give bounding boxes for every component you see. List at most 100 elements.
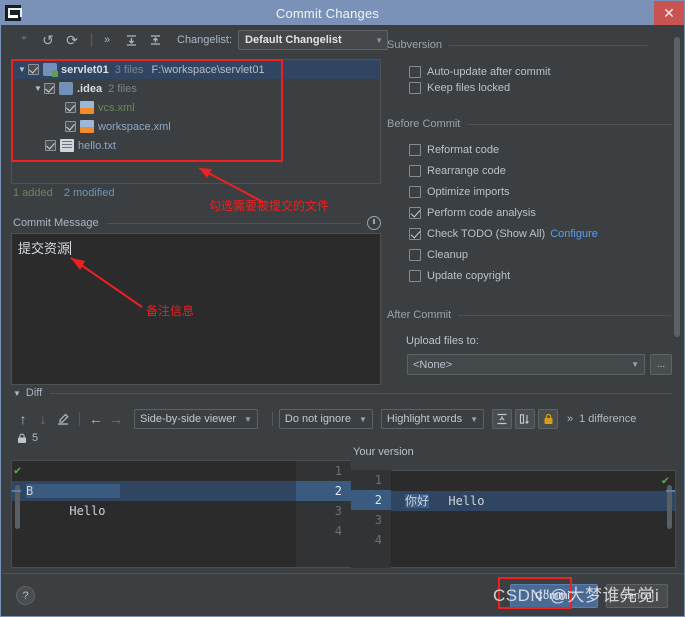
group-after-commit: After Commit xyxy=(387,309,673,321)
diff-section-title: Diff xyxy=(25,387,43,399)
more-icon[interactable]: » xyxy=(567,413,573,425)
xml-file-icon xyxy=(80,120,94,133)
configure-link[interactable]: Configure xyxy=(550,228,598,240)
tree-row-workspace-xml[interactable]: workspace.xml xyxy=(12,117,380,136)
show-whitespace-icon[interactable] xyxy=(515,409,535,429)
diff-editor-right[interactable]: Hello ✔ 你好 xyxy=(391,470,676,568)
changed-files-tree[interactable]: ▼ servlet01 3 files F:\workspace\servlet… xyxy=(11,59,381,184)
checkbox[interactable] xyxy=(409,144,421,156)
option-label: Optimize imports xyxy=(427,186,510,198)
checkmark-icon: ✔ xyxy=(14,463,22,477)
ignore-mode-value: Do not ignore xyxy=(284,413,351,425)
line-number: 2 xyxy=(351,490,391,510)
browse-button[interactable]: ... xyxy=(650,354,672,375)
option-label: Reformat code xyxy=(427,144,500,156)
tree-row-label: workspace.xml xyxy=(98,120,171,133)
option-rearrange-code[interactable]: Rearrange code xyxy=(409,165,506,177)
annotation-text-files: 勾选需要被提交的文件 xyxy=(209,199,330,213)
checkbox[interactable] xyxy=(409,66,421,78)
option-optimize-imports[interactable]: Optimize imports xyxy=(409,186,510,198)
toolbar-divider xyxy=(79,412,80,426)
option-perform-code-analysis[interactable]: Perform code analysis xyxy=(409,207,536,219)
tree-checkbox[interactable] xyxy=(45,140,56,151)
text-file-icon xyxy=(60,139,74,152)
help-button[interactable]: ? xyxy=(16,586,35,605)
tree-row-idea[interactable]: ▼ .idea 2 files xyxy=(12,79,380,98)
upload-target-select[interactable]: <None> ▼ xyxy=(407,354,645,375)
previous-difference-icon[interactable]: ↑ xyxy=(13,409,33,429)
code-line: ✔ Hello xyxy=(12,461,296,518)
code-line: Hello ✔ xyxy=(391,471,675,508)
option-check-todo[interactable]: Check TODO (Show All) Configure xyxy=(409,228,598,240)
accept-left-icon[interactable]: ← xyxy=(86,409,106,429)
accept-right-icon[interactable]: → xyxy=(106,409,126,429)
diff-gutter-left: 1 2 3 4 xyxy=(296,460,351,568)
diff-section-header[interactable]: ▼ Diff xyxy=(13,387,673,399)
chevron-down-icon: ▼ xyxy=(631,360,639,369)
tree-row-label: vcs.xml xyxy=(98,101,135,114)
next-difference-icon[interactable]: ↓ xyxy=(33,409,53,429)
checkbox[interactable] xyxy=(409,270,421,282)
ignore-mode-select[interactable]: Do not ignore ▼ xyxy=(278,409,373,429)
expand-all-icon[interactable] xyxy=(121,30,141,50)
tree-checkbox[interactable] xyxy=(65,121,76,132)
scrollbar-thumb[interactable] xyxy=(674,37,680,337)
line-number: 4 xyxy=(334,524,342,538)
commit-message-label: Commit Message xyxy=(13,217,99,229)
highlight-mode-select[interactable]: Highlight words ▼ xyxy=(380,409,484,429)
tree-row-servlet01[interactable]: ▼ servlet01 3 files F:\workspace\servlet… xyxy=(12,60,380,79)
window-title: Commit Changes xyxy=(275,5,380,21)
changelist-label: Changelist: xyxy=(177,34,233,46)
divider xyxy=(458,314,672,316)
more-icon[interactable]: » xyxy=(97,30,117,50)
option-keep-files-locked[interactable]: Keep files locked xyxy=(409,82,510,94)
group-title: Before Commit xyxy=(387,118,461,130)
checkbox[interactable] xyxy=(409,228,421,240)
option-reformat-code[interactable]: Reformat code xyxy=(409,144,499,156)
changelist-select[interactable]: Default Changelist ▼ xyxy=(238,30,389,50)
upload-target-value: <None> xyxy=(413,358,453,371)
collapse-unchanged-icon[interactable] xyxy=(492,409,512,429)
tree-row-hello-txt[interactable]: hello.txt xyxy=(12,136,380,155)
checkbox[interactable] xyxy=(409,186,421,198)
close-icon[interactable]: ✕ xyxy=(654,1,684,25)
option-label: Keep files locked xyxy=(427,82,511,94)
chevron-down-icon[interactable]: ▼ xyxy=(13,389,21,398)
options-scrollbar[interactable] xyxy=(673,37,681,367)
viewer-mode-select[interactable]: Side-by-side viewer ▼ xyxy=(134,409,258,429)
option-cleanup[interactable]: Cleanup xyxy=(409,249,468,261)
option-auto-update-after-commit[interactable]: Auto-update after commit xyxy=(409,66,551,78)
revert-icon[interactable]: ↺ xyxy=(38,30,58,50)
refresh-icon[interactable]: ⟳ xyxy=(62,30,82,50)
history-clock-icon[interactable] xyxy=(367,216,381,230)
read-only-lock-icon[interactable] xyxy=(538,409,558,429)
chevron-down-icon: ▼ xyxy=(375,35,384,45)
code-line-text: Hello xyxy=(448,494,485,508)
tree-row-label: hello.txt xyxy=(78,139,116,152)
intellij-idea-icon xyxy=(5,5,22,21)
tree-checkbox[interactable] xyxy=(44,83,55,94)
add-to-vcs-icon[interactable]: ⁺ xyxy=(14,30,34,50)
diff-editor-left[interactable]: ✔ Hello B xyxy=(11,460,296,568)
checkbox[interactable] xyxy=(409,207,421,219)
diff-change-marker xyxy=(12,490,21,492)
checkbox[interactable] xyxy=(409,249,421,261)
commit-message-input[interactable]: 提交资源 xyxy=(11,233,381,385)
lock-icon xyxy=(18,433,26,443)
tree-row-vcs-xml[interactable]: vcs.xml xyxy=(12,98,380,117)
viewer-mode-value: Side-by-side viewer xyxy=(140,413,236,425)
diff-lock-label: 5 xyxy=(32,432,39,444)
xml-file-icon xyxy=(80,101,94,114)
option-update-copyright[interactable]: Update copyright xyxy=(409,270,510,282)
expand-twisty-icon[interactable]: ▼ xyxy=(16,65,28,74)
checkbox[interactable] xyxy=(409,82,421,94)
chevron-down-icon: ▼ xyxy=(243,414,252,424)
checkbox[interactable] xyxy=(409,165,421,177)
collapse-all-icon[interactable] xyxy=(145,30,165,50)
tree-checkbox[interactable] xyxy=(28,64,39,75)
expand-twisty-icon[interactable]: ▼ xyxy=(32,84,44,93)
tree-checkbox[interactable] xyxy=(65,102,76,113)
folder-module-icon xyxy=(43,63,58,77)
edit-source-icon[interactable] xyxy=(53,409,73,429)
diff-change-marker xyxy=(666,490,675,492)
